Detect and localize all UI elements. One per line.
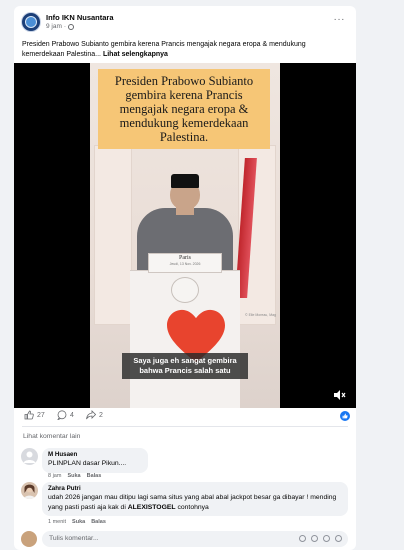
video-subtitle: Saya juga eh sangat gembira bahwa Pranci… — [122, 353, 248, 379]
speaker-peci — [171, 174, 199, 188]
comment-time[interactable]: 8 jam — [48, 473, 61, 479]
podium-sign: Paris Jeudi, 13 Nov. 2026 — [148, 253, 222, 273]
public-globe-icon — [68, 23, 75, 30]
comment-action[interactable]: 4 — [57, 410, 74, 420]
like-comment-button[interactable]: Suka — [67, 473, 80, 479]
view-more-comments-link[interactable]: Lihat komentar lain — [23, 433, 80, 440]
comment-input[interactable]: Tulis komentar... — [42, 531, 348, 547]
share-arrow-icon — [86, 410, 96, 420]
comment-bubble-icon — [57, 410, 67, 420]
comment-text-part: contohnya — [175, 503, 209, 511]
post-header: Info IKN Nusantara 9 jam · ··· — [21, 12, 349, 34]
share-count: 2 — [99, 411, 103, 419]
section-divider — [22, 426, 348, 427]
podium-date: Jeudi, 13 Nov. 2026 — [169, 262, 201, 266]
reply-comment-button[interactable]: Balas — [87, 473, 102, 479]
like-count: 27 — [37, 411, 45, 419]
reaction-bar: 27 4 2 — [22, 410, 350, 424]
background-panel-left — [94, 145, 132, 325]
page-name[interactable]: Info IKN Nusantara — [46, 13, 114, 22]
post-card: Info IKN Nusantara 9 jam · ··· Presiden … — [14, 6, 356, 550]
comment-input-placeholder: Tulis komentar... — [49, 535, 99, 542]
page-logo-icon — [25, 16, 37, 28]
more-options-button[interactable]: ··· — [334, 14, 346, 25]
like-action[interactable]: 27 — [24, 410, 45, 420]
comment-text: udah 2026 jangan mau ditipu lagi sama si… — [48, 493, 342, 512]
comment-text: PLINPLAN dasar Pikun.... — [48, 460, 127, 467]
comment-actions: 1 menit Suka Balas — [48, 519, 106, 525]
like-reaction-badge[interactable] — [340, 411, 350, 421]
video-watermark: © Elle Moreau, Mag — [245, 313, 276, 317]
comment-author[interactable]: M Husaen — [48, 451, 142, 459]
post-caption: Presiden Prabowo Subianto gembira kerena… — [22, 40, 348, 59]
post-time[interactable]: 9 jam — [46, 23, 62, 30]
video-frame: Presiden Prabowo Subianto gembira kerena… — [90, 63, 280, 408]
default-user-icon — [23, 451, 36, 463]
current-user-avatar[interactable] — [21, 531, 37, 547]
sticker-icon[interactable] — [335, 535, 342, 542]
emoji-icon[interactable] — [299, 535, 306, 542]
gif-icon[interactable] — [323, 535, 330, 542]
page-avatar[interactable] — [21, 12, 41, 32]
share-action[interactable]: 2 — [86, 410, 103, 420]
thumb-up-icon — [24, 410, 34, 420]
avatar[interactable] — [21, 482, 38, 499]
thumb-up-filled-icon — [342, 413, 348, 419]
comment-actions: 8 jam Suka Balas — [48, 473, 101, 479]
camera-icon[interactable] — [311, 535, 318, 542]
video-headline: Presiden Prabowo Subianto gembira kerena… — [98, 69, 270, 149]
video-player[interactable]: Presiden Prabowo Subianto gembira kerena… — [14, 63, 356, 408]
podium-emblem — [171, 277, 199, 303]
avatar[interactable] — [21, 448, 38, 465]
user-photo-icon — [23, 484, 36, 499]
comment-bubble: M Husaen PLINPLAN dasar Pikun.... — [42, 448, 148, 473]
speaker-mute-icon[interactable] — [334, 390, 346, 400]
comment-time[interactable]: 1 menit — [48, 519, 66, 525]
comment-text-bold: ALEXISTOGEL — [127, 503, 176, 511]
like-comment-button[interactable]: Suka — [72, 519, 85, 525]
comment-count: 4 — [70, 411, 74, 419]
comment-bubble: Zahra Putri udah 2026 jangan mau ditipu … — [42, 482, 348, 516]
post-meta: 9 jam · — [46, 23, 75, 30]
podium-city: Paris — [179, 255, 191, 261]
comment-author[interactable]: Zahra Putri — [48, 485, 342, 493]
write-comment-row: Tulis komentar... — [21, 530, 349, 548]
see-more-link[interactable]: Lihat selengkapnya — [103, 51, 168, 58]
comment-input-tools — [299, 535, 342, 542]
reply-comment-button[interactable]: Balas — [91, 519, 106, 525]
